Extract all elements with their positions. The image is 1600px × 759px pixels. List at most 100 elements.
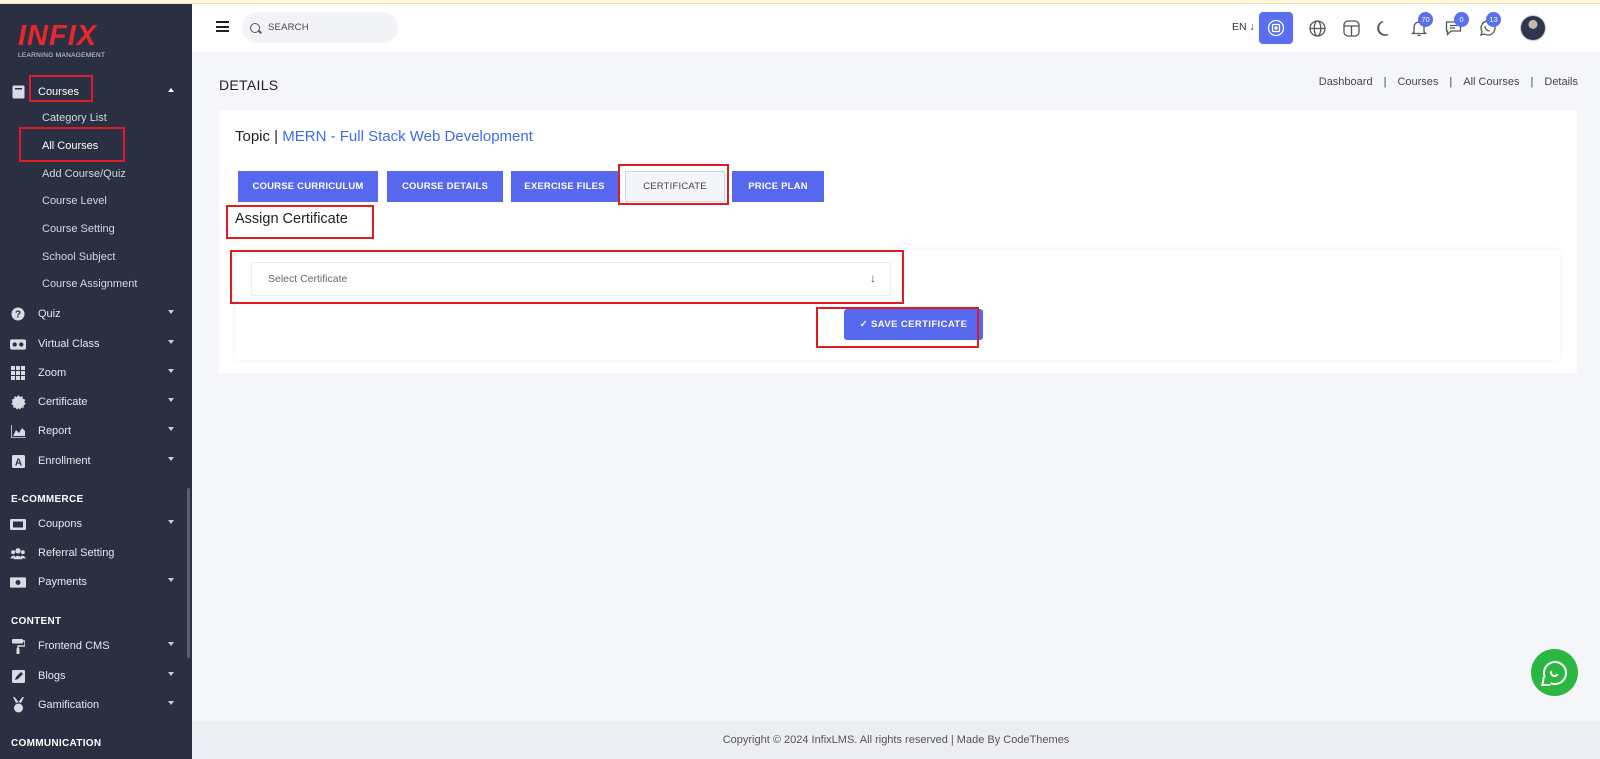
sidebar-item-report[interactable]: Report bbox=[0, 419, 192, 443]
question-circle-icon: ? bbox=[10, 306, 26, 322]
sidebar-item-enrollment[interactable]: A Enrollment bbox=[0, 449, 192, 473]
tab-price-plan[interactable]: PRICE PLAN bbox=[732, 171, 824, 202]
breadcrumb-details: Details bbox=[1544, 76, 1578, 88]
chevron-down-icon bbox=[168, 398, 174, 402]
breadcrumb: Dashboard | Courses | All Courses | Deta… bbox=[1319, 76, 1578, 88]
area-chart-icon bbox=[10, 423, 26, 439]
book-icon bbox=[10, 84, 26, 100]
search-input[interactable] bbox=[268, 22, 378, 33]
cpu-icon bbox=[1267, 19, 1285, 37]
sidebar-item-label: Zoom bbox=[38, 367, 67, 379]
vr-headset-icon bbox=[10, 336, 26, 352]
brand-logo[interactable]: INFIX LEARNING MANAGEMENT bbox=[18, 20, 106, 60]
money-icon bbox=[10, 574, 26, 590]
chevron-down-icon bbox=[168, 427, 174, 431]
whatsapp-chat-button[interactable] bbox=[1531, 649, 1578, 696]
tab-exercise-files[interactable]: EXERCISE FILES bbox=[511, 171, 618, 202]
chevron-down-icon bbox=[168, 369, 174, 373]
sidebar-subitem-school-subject[interactable]: School Subject bbox=[42, 251, 115, 263]
sidebar-item-referral-setting[interactable]: Referral Setting bbox=[0, 541, 192, 565]
topic-link[interactable]: MERN - Full Stack Web Development bbox=[282, 128, 533, 145]
certificate-icon bbox=[10, 394, 26, 410]
sidebar-item-coupons[interactable]: Coupons bbox=[0, 512, 192, 536]
ticket-icon bbox=[10, 516, 26, 532]
chevron-up-icon bbox=[168, 88, 174, 92]
logo-text: INFIX bbox=[18, 20, 98, 52]
edit-icon bbox=[10, 668, 26, 684]
topic-heading: Topic | MERN - Full Stack Web Developmen… bbox=[235, 128, 533, 145]
breadcrumb-dashboard[interactable]: Dashboard bbox=[1319, 76, 1373, 88]
chevron-down-icon bbox=[168, 701, 174, 705]
breadcrumb-courses[interactable]: Courses bbox=[1397, 76, 1438, 88]
paint-roller-icon bbox=[10, 638, 26, 654]
avatar[interactable] bbox=[1520, 15, 1546, 41]
section-label-ecommerce: E-COMMERCE bbox=[11, 494, 84, 505]
sidebar-scrollbar[interactable] bbox=[187, 488, 190, 658]
sidebar-item-label: Virtual Class bbox=[38, 338, 100, 350]
sidebar-item-label: Coupons bbox=[38, 518, 83, 530]
sidebar-item-quiz[interactable]: ? Quiz bbox=[0, 302, 192, 326]
top-bar: EN ↓ 70 0 13 bbox=[192, 4, 1600, 52]
sidebar-item-certificate[interactable]: Certificate bbox=[0, 390, 192, 414]
sidebar: INFIX LEARNING MANAGEMENT Courses Catego… bbox=[0, 4, 192, 759]
highlight-select bbox=[230, 250, 904, 304]
sidebar-subitem-category-list[interactable]: Category List bbox=[42, 112, 107, 124]
sidebar-item-gamification[interactable]: Gamification bbox=[0, 693, 192, 717]
page-title: DETAILS bbox=[219, 77, 279, 93]
footer: Copyright © 2024 InfixLMS. All rights re… bbox=[192, 721, 1600, 759]
medal-icon bbox=[10, 697, 26, 713]
search-box[interactable] bbox=[242, 12, 398, 43]
tab-course-details[interactable]: COURSE DETAILS bbox=[387, 171, 503, 202]
sidebar-item-label: Blogs bbox=[38, 670, 66, 682]
sidebar-item-label: Enrollment bbox=[38, 455, 91, 467]
sidebar-item-label: Referral Setting bbox=[38, 547, 115, 559]
topic-prefix: Topic | bbox=[235, 128, 279, 145]
sidebar-item-blogs[interactable]: Blogs bbox=[0, 664, 192, 688]
highlight-certificate-tab bbox=[618, 164, 729, 205]
course-details-card: Topic | MERN - Full Stack Web Developmen… bbox=[219, 110, 1577, 373]
sidebar-item-zoom[interactable]: Zoom bbox=[0, 361, 192, 385]
globe-icon[interactable] bbox=[1307, 18, 1327, 38]
chevron-down-icon bbox=[168, 340, 174, 344]
sidebar-item-label: Report bbox=[38, 425, 72, 437]
whatsapp-icon bbox=[1542, 660, 1567, 685]
chip-icon-button[interactable] bbox=[1259, 12, 1293, 44]
section-label-content: CONTENT bbox=[11, 616, 62, 627]
highlight-save-button bbox=[816, 307, 979, 348]
moon-icon[interactable] bbox=[1375, 18, 1395, 38]
chevron-down-icon bbox=[168, 457, 174, 461]
whatsapp-badge: 13 bbox=[1486, 12, 1501, 27]
breadcrumb-separator: | bbox=[1449, 76, 1453, 88]
svg-text:?: ? bbox=[15, 310, 21, 321]
hamburger-menu-icon[interactable] bbox=[216, 21, 229, 32]
sidebar-subitem-course-assignment[interactable]: Course Assignment bbox=[42, 278, 137, 290]
sidebar-item-label: Certificate bbox=[38, 396, 88, 408]
layout-icon[interactable] bbox=[1341, 18, 1361, 38]
logo-subtitle: LEARNING MANAGEMENT bbox=[18, 52, 106, 59]
sidebar-subitem-add-course[interactable]: Add Course/Quiz bbox=[42, 168, 126, 180]
notification-badge: 70 bbox=[1418, 12, 1433, 27]
highlight-all-courses bbox=[19, 127, 125, 162]
sidebar-item-label: Frontend CMS bbox=[38, 640, 110, 652]
section-label-communication: COMMUNICATION bbox=[11, 738, 102, 749]
sidebar-item-frontend-cms[interactable]: Frontend CMS bbox=[0, 634, 192, 658]
breadcrumb-separator: | bbox=[1530, 76, 1534, 88]
tab-course-curriculum[interactable]: COURSE CURRICULUM bbox=[238, 171, 378, 202]
sidebar-subitem-course-setting[interactable]: Course Setting bbox=[42, 223, 115, 235]
sidebar-subitem-course-level[interactable]: Course Level bbox=[42, 195, 107, 207]
sidebar-item-payments[interactable]: Payments bbox=[0, 570, 192, 594]
chevron-down-icon bbox=[168, 578, 174, 582]
users-icon bbox=[10, 545, 26, 561]
copyright-text: Copyright © 2024 InfixLMS. All rights re… bbox=[722, 734, 1070, 746]
highlight-assign-heading bbox=[226, 205, 374, 239]
svg-text:A: A bbox=[14, 457, 21, 468]
highlight-courses bbox=[29, 75, 93, 102]
sidebar-item-label: Quiz bbox=[38, 308, 61, 320]
language-selector[interactable]: EN ↓ bbox=[1232, 21, 1255, 33]
chevron-down-icon bbox=[168, 520, 174, 524]
sidebar-item-virtual-class[interactable]: Virtual Class bbox=[0, 332, 192, 356]
breadcrumb-separator: | bbox=[1383, 76, 1387, 88]
message-badge: 0 bbox=[1454, 12, 1469, 27]
breadcrumb-all-courses[interactable]: All Courses bbox=[1463, 76, 1519, 88]
sidebar-item-label: Payments bbox=[38, 576, 87, 588]
